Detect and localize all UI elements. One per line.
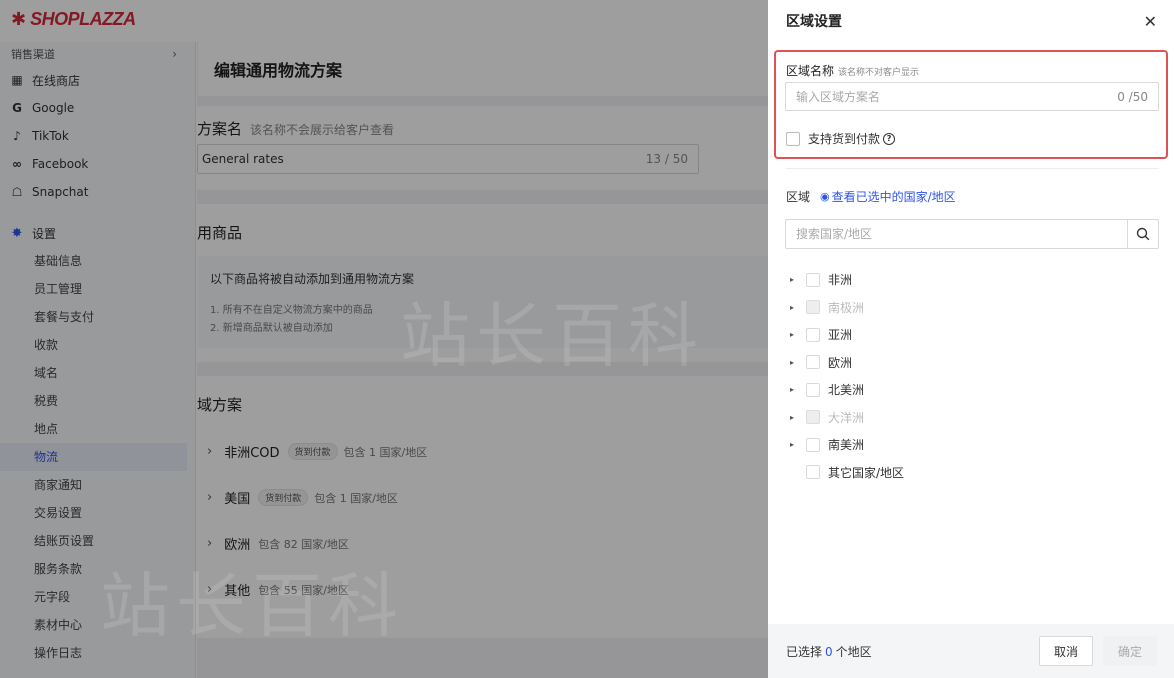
region-checkbox bbox=[806, 410, 820, 425]
modal-overlay[interactable] bbox=[0, 0, 768, 678]
region-label: 区域 bbox=[786, 190, 811, 204]
divider bbox=[786, 168, 1159, 169]
zone-name-hint: 该名称不对客户显示 bbox=[838, 68, 920, 78]
region-label: 南美洲 bbox=[828, 438, 865, 453]
region-label: 南极洲 bbox=[828, 300, 865, 315]
drawer-header: 区域设置 ✕ bbox=[768, 0, 1174, 42]
app-root: ✱ SHOPLAZZA 销售渠道 › ▦ 在线商店 G Google ♪ Tik… bbox=[0, 0, 1174, 678]
region-item-other[interactable]: ▸ 其它国家/地区 bbox=[790, 459, 904, 487]
zone-name-input[interactable] bbox=[796, 89, 1096, 104]
caret-right-icon[interactable]: ▸ bbox=[790, 413, 802, 422]
selected-prefix: 已选择 bbox=[786, 644, 823, 659]
region-settings-drawer: 区域设置 ✕ 区域名称该名称不对客户显示 0 /50 支持货到付款 ? 区域 ◉… bbox=[768, 0, 1174, 678]
region-item-europe[interactable]: ▸ 欧洲 bbox=[790, 349, 904, 377]
cod-checkbox[interactable] bbox=[786, 131, 800, 146]
region-label: 亚洲 bbox=[828, 328, 853, 343]
search-button[interactable] bbox=[1127, 220, 1158, 248]
drawer-footer: 已选择 0 个地区 取消 确定 bbox=[768, 624, 1174, 678]
caret-right-icon[interactable]: ▸ bbox=[790, 385, 802, 394]
region-checkbox[interactable] bbox=[806, 382, 820, 397]
region-checkbox[interactable] bbox=[806, 355, 820, 370]
region-section-header: 区域 ◉ 查看已选中的国家/地区 bbox=[786, 188, 956, 205]
region-label: 其它国家/地区 bbox=[828, 465, 905, 480]
region-item-asia[interactable]: ▸ 亚洲 bbox=[790, 321, 904, 349]
region-checkbox[interactable] bbox=[806, 327, 820, 342]
cod-checkbox-row[interactable]: 支持货到付款 ? bbox=[786, 130, 896, 147]
caret-right-icon[interactable]: ▸ bbox=[790, 440, 802, 449]
region-checkbox[interactable] bbox=[806, 272, 820, 287]
eye-icon: ◉ bbox=[820, 190, 830, 203]
confirm-button[interactable]: 确定 bbox=[1102, 636, 1157, 666]
region-label: 大洋洲 bbox=[828, 410, 865, 425]
region-checkbox bbox=[806, 300, 820, 315]
region-item-north-america[interactable]: ▸ 北美洲 bbox=[790, 376, 904, 404]
help-icon[interactable]: ? bbox=[883, 132, 896, 145]
zone-name-field[interactable]: 0 /50 bbox=[785, 82, 1159, 111]
region-label: 欧洲 bbox=[828, 355, 853, 370]
selected-suffix: 个地区 bbox=[835, 644, 872, 659]
region-search bbox=[785, 219, 1159, 249]
region-label: 北美洲 bbox=[828, 383, 865, 398]
region-item-africa[interactable]: ▸ 非洲 bbox=[790, 266, 904, 294]
view-selected-text: 查看已选中的国家/地区 bbox=[831, 190, 956, 204]
caret-right-icon[interactable]: ▸ bbox=[790, 275, 802, 284]
zone-name-label-text: 区域名称 bbox=[786, 64, 835, 78]
caret-right-icon[interactable]: ▸ bbox=[790, 358, 802, 367]
region-label: 非洲 bbox=[828, 273, 853, 288]
region-item-antarctica[interactable]: ▸ 南极洲 bbox=[790, 294, 904, 322]
zone-name-count: 0 /50 bbox=[1117, 89, 1148, 104]
close-icon[interactable]: ✕ bbox=[1144, 12, 1157, 31]
view-selected-link[interactable]: ◉ 查看已选中的国家/地区 bbox=[820, 188, 956, 205]
footer-buttons: 取消 确定 bbox=[1038, 636, 1157, 666]
selected-count-text: 已选择 0 个地区 bbox=[786, 643, 872, 660]
region-checkbox[interactable] bbox=[806, 465, 820, 480]
cancel-button[interactable]: 取消 bbox=[1038, 636, 1093, 666]
search-icon bbox=[1136, 227, 1150, 241]
region-checkbox[interactable] bbox=[806, 437, 820, 452]
region-search-input[interactable] bbox=[786, 220, 1127, 248]
caret-right-icon[interactable]: ▸ bbox=[790, 303, 802, 312]
zone-name-label: 区域名称 该名称不对客户显示 bbox=[786, 62, 919, 79]
caret-right-icon[interactable]: ▸ bbox=[790, 330, 802, 339]
region-tree: ▸ 非洲 ▸ 南极洲 ▸ 亚洲 ▸ 欧洲 ▸ 北美洲 ▸ 大洋洲 ▸ 南美洲 其… bbox=[790, 266, 904, 486]
selected-count: 0 bbox=[825, 644, 833, 659]
cod-label: 支持货到付款 bbox=[808, 132, 881, 146]
region-item-south-america[interactable]: ▸ 南美洲 bbox=[790, 431, 904, 459]
drawer-title: 区域设置 bbox=[786, 14, 842, 30]
region-item-oceania[interactable]: ▸ 大洋洲 bbox=[790, 404, 904, 432]
